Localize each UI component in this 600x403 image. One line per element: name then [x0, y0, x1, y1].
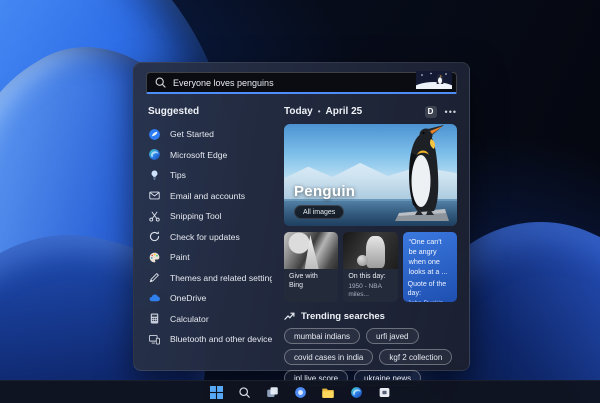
profile-badge[interactable]: D	[424, 105, 437, 118]
sidebar-item-label: OneDrive	[170, 293, 207, 304]
pen-icon	[148, 271, 161, 284]
start-button[interactable]	[209, 385, 224, 400]
hero-card-penguin[interactable]: Penguin All images	[284, 124, 457, 226]
search-box[interactable]	[146, 71, 457, 94]
edge-icon	[148, 148, 161, 161]
chat-icon[interactable]	[293, 385, 308, 400]
card-subcaption: 1950 - NBA miles...	[348, 282, 382, 298]
sidebar-item-bluetooth-devices[interactable]: Bluetooth and other devices sett...	[146, 329, 272, 350]
taskbar	[0, 380, 600, 403]
sync-icon	[148, 230, 161, 243]
trending-chip[interactable]: urfi javed	[366, 328, 419, 344]
calculator-icon	[148, 312, 161, 325]
hero-title: Penguin	[294, 183, 356, 200]
get-started-icon	[148, 128, 161, 141]
trending-chip[interactable]: mumbai indians	[284, 328, 361, 344]
card-caption: Quote of the day:	[407, 281, 447, 298]
sidebar-item-label: Microsoft Edge	[170, 149, 228, 160]
trending-title: Trending searches	[301, 311, 385, 322]
sidebar-item-microsoft-edge[interactable]: Microsoft Edge	[146, 145, 272, 166]
devices-icon	[148, 333, 161, 346]
suggested-title: Suggested	[148, 106, 200, 117]
penguin-night-illustration	[416, 71, 452, 94]
sidebar-item-label: Calculator	[170, 313, 209, 324]
search-icon	[154, 76, 167, 89]
suggested-section: Suggested Get Started Microsoft Edge Tip…	[146, 103, 272, 386]
card-subcaption: John Ruskin	[408, 300, 452, 302]
file-explorer-icon[interactable]	[321, 385, 336, 400]
store-app-icon[interactable]	[377, 385, 392, 400]
sidebar-item-themes-settings[interactable]: Themes and related settings	[146, 268, 272, 289]
sidebar-item-label: Check for updates	[170, 231, 240, 242]
sidebar-item-get-started[interactable]: Get Started	[146, 124, 272, 145]
desktop: Suggested Get Started Microsoft Edge	[0, 0, 600, 403]
sidebar-item-onedrive[interactable]: OneDrive	[146, 288, 272, 309]
envelope-icon	[148, 189, 161, 202]
quote-text: “One can't be angry when one looks at a …	[408, 237, 448, 277]
header-separator: •	[317, 107, 321, 116]
sidebar-item-label: Tips	[170, 170, 186, 181]
sidebar-item-calculator[interactable]: Calculator	[146, 309, 272, 330]
more-options-icon[interactable]: •••	[445, 107, 457, 116]
bw-basketball-photo	[343, 232, 398, 269]
today-label: Today	[284, 106, 313, 117]
penguin-photo	[393, 124, 451, 226]
task-view-icon[interactable]	[265, 385, 280, 400]
trending-chip[interactable]: covid cases in india	[284, 349, 374, 365]
search-input[interactable]	[167, 77, 416, 88]
card-caption: Give with Bing	[289, 273, 318, 289]
all-images-button[interactable]: All images	[294, 205, 345, 219]
taskbar-search-icon[interactable]	[237, 385, 252, 400]
palette-icon	[148, 251, 161, 264]
cloud-icon	[148, 292, 161, 305]
edge-taskbar-icon[interactable]	[349, 385, 364, 400]
card-give-with-bing[interactable]: Give with Bing	[284, 232, 339, 302]
sidebar-item-check-updates[interactable]: Check for updates	[146, 227, 272, 248]
sidebar-item-label: Bluetooth and other devices sett...	[170, 334, 272, 345]
sidebar-item-paint[interactable]: Paint	[146, 247, 272, 268]
lightbulb-icon	[148, 169, 161, 182]
scissors-icon	[148, 210, 161, 223]
sidebar-item-label: Themes and related settings	[170, 272, 272, 283]
daily-content: Today • April 25 D ••• Penguin All image…	[284, 103, 457, 386]
bw-photo	[284, 232, 339, 269]
sidebar-item-snipping-tool[interactable]: Snipping Tool	[146, 206, 272, 227]
sidebar-item-label: Get Started	[170, 129, 214, 140]
trending-section: Trending searches mumbai indians urfi ja…	[284, 311, 457, 386]
daily-header: Today • April 25 D •••	[284, 105, 457, 118]
sidebar-item-tips[interactable]: Tips	[146, 165, 272, 186]
search-flyout: Suggested Get Started Microsoft Edge	[133, 62, 470, 386]
sidebar-item-label: Email and accounts	[170, 190, 245, 201]
sidebar-item-email-accounts[interactable]: Email and accounts	[146, 186, 272, 207]
daily-cards: Give with Bing On this day: 1950 - NBA m…	[284, 232, 457, 302]
trending-chip[interactable]: kgf 2 collection	[379, 349, 453, 365]
card-caption: On this day:	[348, 273, 386, 280]
date-label: April 25	[325, 106, 363, 117]
card-quote-of-day[interactable]: “One can't be angry when one looks at a …	[402, 232, 457, 302]
trending-arrow-icon	[284, 311, 295, 322]
sidebar-item-label: Snipping Tool	[170, 211, 222, 222]
sidebar-item-label: Paint	[170, 252, 190, 263]
card-on-this-day[interactable]: On this day: 1950 - NBA miles...	[343, 232, 398, 302]
